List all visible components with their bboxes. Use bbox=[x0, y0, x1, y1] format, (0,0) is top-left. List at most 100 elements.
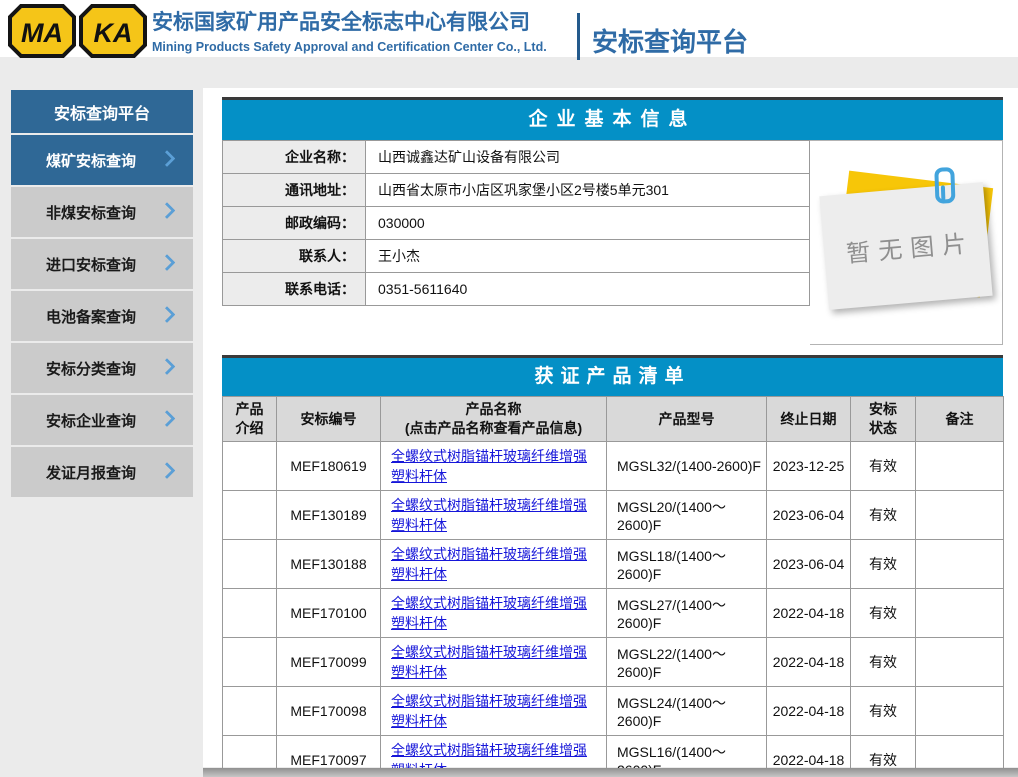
page: MA KA 安标国家矿用产品安全标志中心有限公司 Mining Products… bbox=[0, 0, 1018, 777]
company-info-title: 企业基本信息 bbox=[222, 97, 1003, 140]
logo-badge-ka-icon: KA bbox=[79, 4, 147, 58]
product-model-cell: MGSL22/(1400～2600)F bbox=[607, 638, 767, 687]
svg-text:MA: MA bbox=[21, 18, 63, 48]
note-cell bbox=[916, 442, 1004, 491]
col-header-end-date: 终止日期 bbox=[767, 397, 851, 442]
product-name-cell: 全螺纹式树脂锚杆玻璃纤维增强塑料杆体 bbox=[381, 589, 607, 638]
product-name-link[interactable]: 全螺纹式树脂锚杆玻璃纤维增强塑料杆体 bbox=[391, 595, 587, 631]
product-table-body: MEF180619全螺纹式树脂锚杆玻璃纤维增强塑料杆体MGSL32/(1400-… bbox=[223, 442, 1004, 777]
product-name-link[interactable]: 全螺纹式树脂锚杆玻璃纤维增强塑料杆体 bbox=[391, 546, 587, 582]
table-row: 企业名称： 山西诚鑫达矿山设备有限公司 bbox=[223, 141, 810, 174]
end-date-cell: 2023-06-04 bbox=[767, 491, 851, 540]
field-label: 联系电话： bbox=[223, 273, 366, 306]
cert-no-cell: MEF130189 bbox=[277, 491, 381, 540]
table-row: MEF130188 全螺纹式树脂锚杆玻璃纤维增强塑料杆体 MGSL18/(1400～… bbox=[223, 540, 1004, 589]
product-list-title: 获证产品清单 bbox=[222, 355, 1003, 396]
product-name-cell: 全螺纹式树脂锚杆玻璃纤维增强塑料杆体 bbox=[381, 687, 607, 736]
table-row: MEF170098 全螺纹式树脂锚杆玻璃纤维增强塑料杆体 MGSL24/(1400～… bbox=[223, 687, 1004, 736]
chevron-right-icon bbox=[159, 410, 176, 427]
horizontal-scrollbar[interactable] bbox=[203, 768, 1018, 777]
cert-no-cell: MEF170099 bbox=[277, 638, 381, 687]
platform-title: 安标查询平台 bbox=[592, 22, 748, 59]
note-cell bbox=[916, 589, 1004, 638]
table-row: 联系电话： 0351-5611640 bbox=[223, 273, 810, 306]
cert-no-cell: MEF170098 bbox=[277, 687, 381, 736]
status-cell: 有效 bbox=[851, 589, 916, 638]
note-cell bbox=[916, 638, 1004, 687]
table-row: MEF180619全螺纹式树脂锚杆玻璃纤维增强塑料杆体MGSL32/(1400-… bbox=[223, 442, 1004, 491]
sidebar-item-label: 电池备案查询 bbox=[46, 306, 136, 327]
product-model-cell: MGSL24/(1400～2600)F bbox=[607, 687, 767, 736]
sidebar-item-battery-record-query[interactable]: 电池备案查询 bbox=[11, 291, 193, 341]
col-header-product-name: 产品名称(点击产品名称查看产品信息) bbox=[381, 397, 607, 442]
end-date-cell: 2023-12-25 bbox=[767, 442, 851, 491]
col-header-model: 产品型号 bbox=[607, 397, 767, 442]
product-intro-cell bbox=[223, 491, 277, 540]
product-name-link[interactable]: 全螺纹式树脂锚杆玻璃纤维增强塑料杆体 bbox=[391, 693, 587, 729]
sidebar: 安标查询平台 煤矿安标查询 非煤安标查询 进口安标查询 电池备案查询 安标分类查… bbox=[11, 90, 193, 499]
cert-no-cell: MEF130188 bbox=[277, 540, 381, 589]
field-label: 联系人： bbox=[223, 240, 366, 273]
product-name-link[interactable]: 全螺纹式树脂锚杆玻璃纤维增强塑料杆体 bbox=[391, 497, 587, 533]
sidebar-item-label: 煤矿安标查询 bbox=[46, 150, 136, 171]
chevron-right-icon bbox=[159, 150, 176, 167]
svg-text:KA: KA bbox=[94, 18, 133, 48]
product-model-cell: MGSL27/(1400～2600)F bbox=[607, 589, 767, 638]
field-label: 邮政编码： bbox=[223, 207, 366, 240]
product-name-cell: 全螺纹式树脂锚杆玻璃纤维增强塑料杆体 bbox=[381, 540, 607, 589]
chevron-right-icon bbox=[159, 358, 176, 375]
cert-no-cell: MEF170100 bbox=[277, 589, 381, 638]
table-row: 联系人： 王小杰 bbox=[223, 240, 810, 273]
sidebar-item-classification-query[interactable]: 安标分类查询 bbox=[11, 343, 193, 393]
field-value: 山西省太原市小店区巩家堡小区2号楼5单元301 bbox=[366, 174, 810, 207]
col-header-status: 安标状态 bbox=[851, 397, 916, 442]
status-cell: 有效 bbox=[851, 638, 916, 687]
product-model-cell: MGSL32/(1400-2600)F bbox=[607, 442, 767, 491]
org-name-en: Mining Products Safety Approval and Cert… bbox=[152, 40, 547, 54]
logo-badge-ma-icon: MA bbox=[8, 4, 76, 58]
sidebar-item-noncoal-query[interactable]: 非煤安标查询 bbox=[11, 187, 193, 237]
paperclip-icon bbox=[934, 167, 955, 204]
no-image-text: 暂无图片 bbox=[837, 223, 976, 270]
company-info-table: 企业名称： 山西诚鑫达矿山设备有限公司 通讯地址： 山西省太原市小店区巩家堡小区… bbox=[222, 140, 810, 306]
col-header-cert-no: 安标编号 bbox=[277, 397, 381, 442]
product-table: 产品介绍 安标编号 产品名称(点击产品名称查看产品信息) 产品型号 终止日期 安… bbox=[222, 396, 1004, 777]
field-value: 030000 bbox=[366, 207, 810, 240]
chevron-right-icon bbox=[159, 202, 176, 219]
end-date-cell: 2023-06-04 bbox=[767, 540, 851, 589]
note-cell bbox=[916, 491, 1004, 540]
table-row: MEF170099 全螺纹式树脂锚杆玻璃纤维增强塑料杆体 MGSL22/(1400～… bbox=[223, 638, 1004, 687]
field-value: 0351-5611640 bbox=[366, 273, 810, 306]
sidebar-item-enterprise-query[interactable]: 安标企业查询 bbox=[11, 395, 193, 445]
product-name-link[interactable]: 全螺纹式树脂锚杆玻璃纤维增强塑料杆体 bbox=[391, 448, 587, 484]
chevron-right-icon bbox=[159, 462, 176, 479]
status-cell: 有效 bbox=[851, 442, 916, 491]
sidebar-title: 安标查询平台 bbox=[11, 90, 193, 133]
product-name-link[interactable]: 全螺纹式树脂锚杆玻璃纤维增强塑料杆体 bbox=[391, 644, 587, 680]
end-date-cell: 2022-04-18 bbox=[767, 687, 851, 736]
sidebar-item-coal-query[interactable]: 煤矿安标查询 bbox=[11, 135, 193, 185]
gray-card: 暂无图片 bbox=[819, 182, 992, 310]
col-header-product-intro: 产品介绍 bbox=[223, 397, 277, 442]
table-row: 邮政编码： 030000 bbox=[223, 207, 810, 240]
field-label: 通讯地址： bbox=[223, 174, 366, 207]
field-label: 企业名称： bbox=[223, 141, 366, 174]
product-intro-cell bbox=[223, 442, 277, 491]
product-name-cell: 全螺纹式树脂锚杆玻璃纤维增强塑料杆体 bbox=[381, 638, 607, 687]
sidebar-item-label: 发证月报查询 bbox=[46, 462, 136, 483]
end-date-cell: 2022-04-18 bbox=[767, 638, 851, 687]
product-intro-cell bbox=[223, 589, 277, 638]
table-row: MEF130189 全螺纹式树脂锚杆玻璃纤维增强塑料杆体 MGSL20/(1400～… bbox=[223, 491, 1004, 540]
product-intro-cell bbox=[223, 540, 277, 589]
product-model-cell: MGSL20/(1400～2600)F bbox=[607, 491, 767, 540]
no-image-placeholder: 暂无图片 bbox=[810, 140, 1003, 345]
sidebar-item-label: 安标企业查询 bbox=[46, 410, 136, 431]
product-name-cell: 全螺纹式树脂锚杆玻璃纤维增强塑料杆体 bbox=[381, 491, 607, 540]
product-model-cell: MGSL18/(1400～2600)F bbox=[607, 540, 767, 589]
sidebar-item-import-query[interactable]: 进口安标查询 bbox=[11, 239, 193, 289]
status-cell: 有效 bbox=[851, 491, 916, 540]
company-info-section: 企业基本信息 企业名称： 山西诚鑫达矿山设备有限公司 通讯地址： 山西省太原市小… bbox=[222, 97, 1003, 345]
content-panel: 企业基本信息 企业名称： 山西诚鑫达矿山设备有限公司 通讯地址： 山西省太原市小… bbox=[203, 88, 1018, 767]
sidebar-item-label: 进口安标查询 bbox=[46, 254, 136, 275]
sidebar-item-monthly-report-query[interactable]: 发证月报查询 bbox=[11, 447, 193, 497]
